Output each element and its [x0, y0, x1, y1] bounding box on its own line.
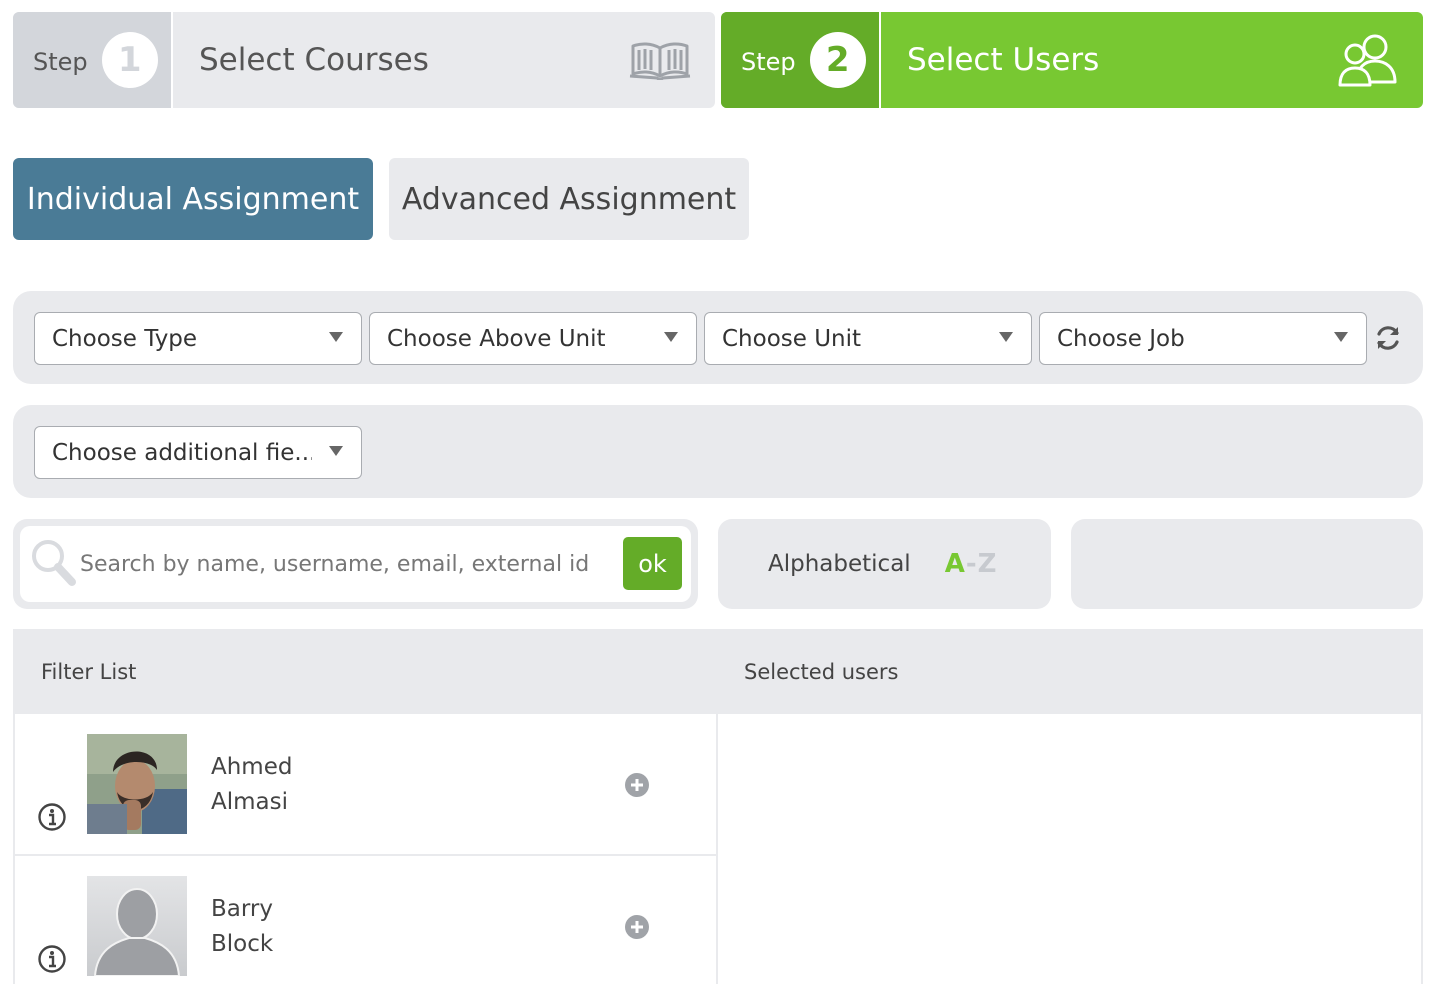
- select-value: Choose additional fie...: [52, 439, 312, 466]
- select-value: Choose Job: [1057, 325, 1185, 352]
- sort-alphabetical-button[interactable]: Alphabetical A-Z: [718, 519, 1051, 609]
- step-label: Step: [741, 48, 796, 76]
- filter-user-list: Ahmed Almasi Barry Block: [13, 714, 718, 984]
- user-name: Ahmed Almasi: [211, 754, 293, 815]
- selected-users-heading: Selected users: [744, 660, 899, 684]
- add-user-icon[interactable]: [624, 914, 650, 940]
- selected-user-list: [718, 714, 1423, 984]
- refresh-icon[interactable]: [1373, 323, 1403, 353]
- list-item: Barry Block: [15, 856, 716, 984]
- select-value: Choose Unit: [722, 325, 862, 352]
- caret-down-icon: [664, 332, 678, 342]
- info-icon[interactable]: [37, 802, 67, 832]
- search-inner: ok: [20, 526, 691, 602]
- step-number: 1: [101, 32, 158, 88]
- choose-unit-select[interactable]: Choose Unit: [704, 312, 1032, 365]
- filter-list-heading: Filter List: [41, 660, 137, 684]
- filter-panel: Choose Type Choose Above Unit Choose Uni…: [13, 291, 1423, 384]
- users-icon: [1313, 12, 1423, 108]
- search-icon: [30, 538, 78, 588]
- user-name: Barry Block: [211, 896, 274, 957]
- search-ok-button[interactable]: ok: [623, 537, 682, 590]
- list-item: Ahmed Almasi: [15, 714, 716, 856]
- avatar-placeholder-icon: [87, 876, 187, 976]
- choose-job-select[interactable]: Choose Job: [1039, 312, 1367, 365]
- step-number: 2: [809, 32, 866, 88]
- search-input[interactable]: [80, 540, 620, 588]
- sort-az-icon: A-Z: [944, 549, 998, 579]
- step-select-courses[interactable]: Step 1 Select Courses: [13, 12, 715, 108]
- additional-filter-panel: Choose additional fie...: [13, 405, 1423, 498]
- search-box: ok: [13, 519, 698, 609]
- caret-down-icon: [329, 446, 343, 456]
- step-2-badge: Step 2: [721, 12, 881, 108]
- list-header: Filter List Selected users: [13, 629, 1423, 714]
- select-value: Choose Above Unit: [387, 325, 606, 352]
- choose-type-select[interactable]: Choose Type: [34, 312, 362, 365]
- step-1-badge: Step 1: [13, 12, 173, 108]
- choose-additional-field-select[interactable]: Choose additional fie...: [34, 426, 362, 479]
- tab-advanced-assignment[interactable]: Advanced Assignment: [389, 158, 749, 240]
- info-icon[interactable]: [37, 944, 67, 974]
- caret-down-icon: [1334, 332, 1348, 342]
- step-select-users[interactable]: Step 2 Select Users: [721, 12, 1423, 108]
- caret-down-icon: [329, 332, 343, 342]
- step-title: Select Users: [907, 42, 1100, 78]
- select-value: Choose Type: [52, 325, 198, 352]
- sort-label: Alphabetical: [768, 551, 911, 577]
- tab-individual-assignment[interactable]: Individual Assignment: [13, 158, 373, 240]
- empty-sort-slot: [1071, 519, 1423, 609]
- step-label: Step: [33, 48, 88, 76]
- open-book-icon: [605, 12, 715, 108]
- add-user-icon[interactable]: [624, 772, 650, 798]
- step-title: Select Courses: [199, 42, 429, 78]
- avatar: [87, 734, 187, 834]
- caret-down-icon: [999, 332, 1013, 342]
- choose-above-unit-select[interactable]: Choose Above Unit: [369, 312, 697, 365]
